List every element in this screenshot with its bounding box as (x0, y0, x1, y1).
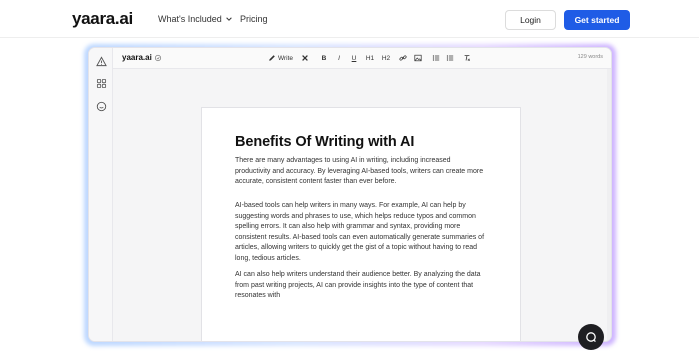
editor-logo: yaara.ai (122, 53, 152, 62)
editor-sidebar (89, 48, 113, 341)
underline-button[interactable]: U (349, 53, 359, 63)
write-button[interactable]: Write (268, 53, 293, 63)
chevron-down-icon (225, 17, 232, 21)
document-paragraph[interactable]: AI can also help writers understand thei… (235, 270, 485, 302)
nav-whats-included[interactable]: What's Included (158, 14, 233, 24)
bold-button[interactable]: B (319, 53, 329, 63)
chat-bubble-icon (586, 332, 596, 343)
nav-pricing[interactable]: Pricing (240, 14, 268, 24)
heading2-button[interactable]: H2 (380, 53, 392, 63)
document-page[interactable]: Benefits Of Writing with AI There are ma… (201, 107, 521, 341)
editor-toolbar: yaara.ai Write B I U H1 H2 129 words (113, 48, 611, 69)
italic-button[interactable]: I (334, 53, 344, 63)
document-paragraph[interactable]: AI-based tools can help writers in many … (235, 201, 485, 265)
chat-widget-button[interactable] (578, 324, 604, 350)
numbered-list-icon[interactable] (445, 53, 455, 63)
link-icon[interactable] (398, 53, 408, 63)
top-nav: yaara.ai What's Included Pricing Login G… (0, 0, 699, 38)
document-paragraph[interactable]: There are many advantages to using AI in… (235, 156, 485, 188)
editor-canvas: Benefits Of Writing with AI There are ma… (113, 69, 611, 341)
editor-scrollbar[interactable] (607, 69, 611, 341)
write-label: Write (278, 54, 294, 62)
editor-window: yaara.ai Write B I U H1 H2 129 words Ben… (88, 47, 612, 342)
clear-format-icon[interactable] (462, 53, 472, 63)
chat-icon[interactable] (95, 100, 107, 112)
login-button[interactable]: Login (505, 10, 556, 30)
warning-icon[interactable] (95, 55, 107, 67)
heading1-button[interactable]: H1 (364, 53, 376, 63)
get-started-button[interactable]: Get started (564, 10, 630, 30)
bullet-list-icon[interactable] (431, 53, 441, 63)
image-icon[interactable] (413, 53, 423, 63)
word-count: 129 words (577, 54, 603, 60)
cloud-sync-icon (154, 54, 162, 62)
nav-whats-included-label: What's Included (158, 14, 222, 24)
tools-icon[interactable] (300, 53, 310, 63)
pen-icon (269, 55, 275, 61)
site-logo[interactable]: yaara.ai (72, 9, 133, 29)
document-title[interactable]: Benefits Of Writing with AI (235, 134, 414, 150)
grid-icon[interactable] (95, 77, 107, 89)
